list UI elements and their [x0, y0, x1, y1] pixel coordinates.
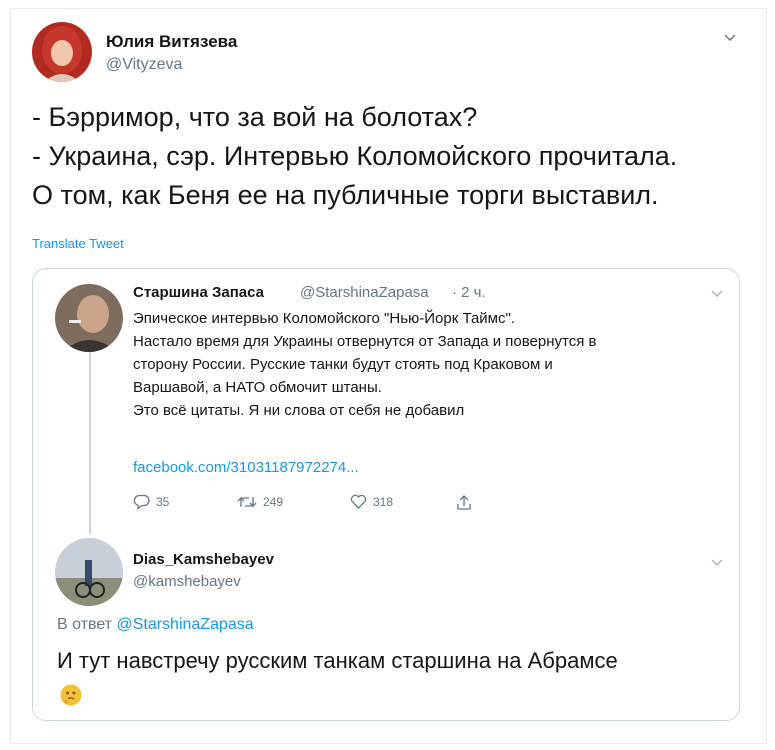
chevron-down-icon[interactable] — [709, 555, 725, 571]
like-count: 318 — [373, 495, 394, 509]
quoted-line: Эпическое интервью Коломойского "Нью-Йор… — [133, 310, 515, 327]
retweet-icon — [237, 497, 257, 507]
reply-text: И тут навстречу русским танкам старшина … — [57, 648, 618, 673]
share-icon — [457, 494, 471, 510]
author-handle[interactable]: @Vityzeva — [106, 56, 182, 74]
like-action[interactable]: 318 — [350, 492, 393, 512]
reply-author-handle[interactable]: @kamshebayev — [133, 573, 241, 590]
quoted-line: сторону России. Русские танки будут стоя… — [133, 356, 553, 373]
heart-icon — [350, 494, 367, 509]
reply-author-avatar[interactable] — [55, 538, 123, 606]
quoted-line: Настало время для Украины отвернутся от … — [133, 333, 597, 350]
thread-line — [89, 349, 91, 534]
quoted-author-name[interactable]: Старшина Запаса — [133, 284, 264, 301]
chevron-down-icon[interactable] — [722, 30, 738, 46]
reply-to-handle[interactable]: @StarshinaZapasa — [116, 616, 253, 633]
reply-count: 35 — [156, 495, 170, 509]
retweet-action[interactable]: 249 — [237, 492, 283, 512]
translate-tweet-link[interactable]: Translate Tweet — [32, 236, 124, 251]
chevron-down-icon[interactable] — [709, 286, 725, 302]
quoted-timestamp[interactable]: · 2 ч. — [452, 284, 486, 301]
tweet-line: - Украина, сэр. Интервью Коломойского пр… — [32, 141, 678, 171]
retweet-count: 249 — [263, 495, 284, 509]
tweet-text: - Бэрримор, что за вой на болотах? - Укр… — [32, 98, 752, 215]
quoted-line: Это всё цитаты. Я ни слова от себя не до… — [133, 402, 465, 419]
quoted-author-avatar[interactable] — [55, 284, 123, 352]
author-avatar[interactable] — [32, 22, 92, 82]
reply-prefix: В ответ — [57, 616, 113, 633]
quoted-author-handle[interactable]: @StarshinaZapasa — [300, 284, 429, 301]
author-name[interactable]: Юлия Витязева — [106, 32, 237, 52]
tweet-line: О том, как Беня ее на публичные торги вы… — [32, 180, 659, 210]
reply-icon — [133, 494, 150, 510]
quoted-tweet-text: Эпическое интервью Коломойского "Нью-Йор… — [133, 307, 596, 422]
reply-context: В ответ @StarshinaZapasa — [57, 616, 254, 634]
tweet-line: - Бэрримор, что за вой на болотах? — [32, 102, 478, 132]
quoted-link[interactable]: facebook.com/31031187972274... — [133, 459, 359, 476]
share-action[interactable] — [456, 492, 472, 512]
reply-action[interactable]: 35 — [133, 492, 169, 512]
thinking-face-icon — [60, 684, 82, 706]
reply-author-name[interactable]: Dias_Kamshebayev — [133, 551, 274, 568]
quoted-line: Варшавой, а НАТО обмочит штаны. — [133, 379, 382, 396]
